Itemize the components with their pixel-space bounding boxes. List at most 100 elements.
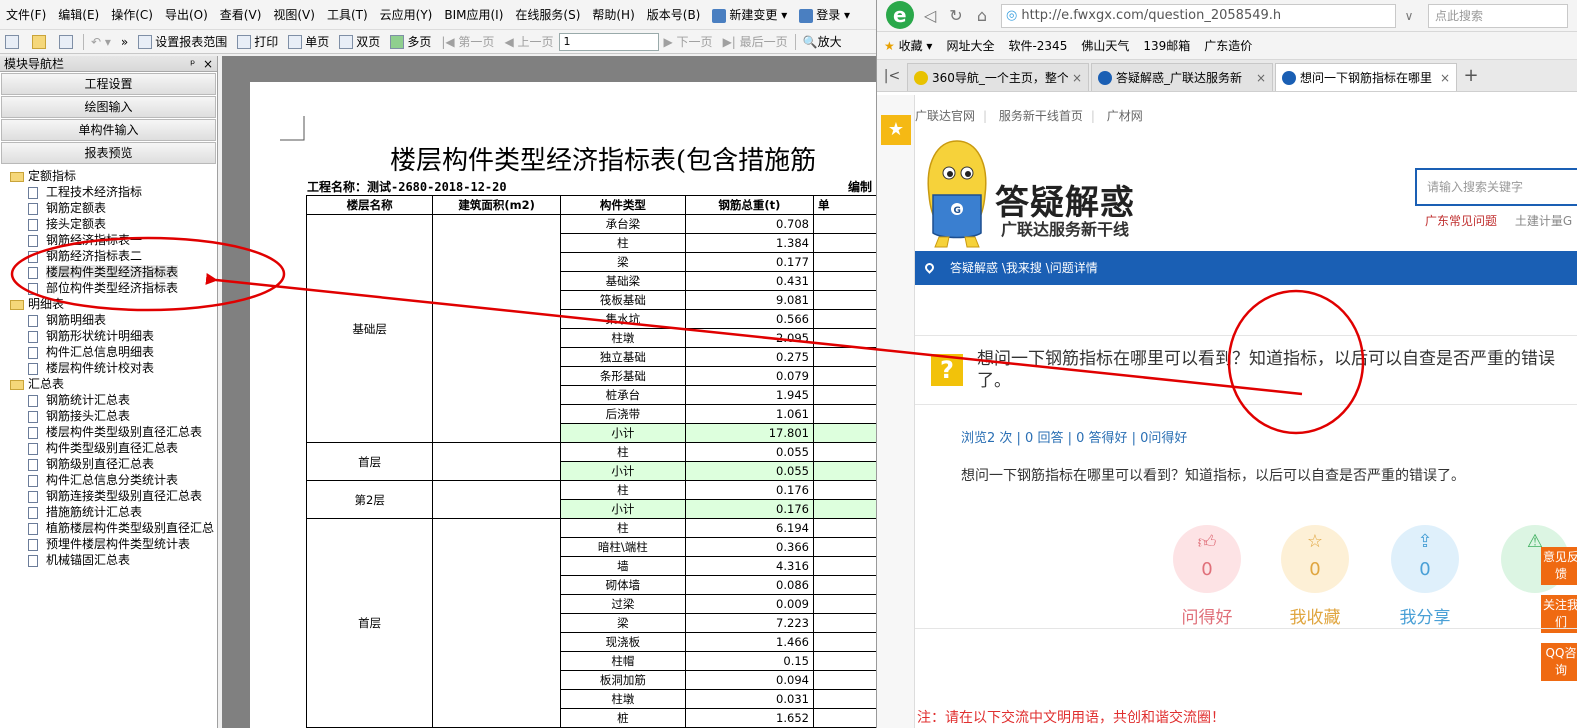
print-button[interactable]: 打印 [232,33,283,50]
tree-item[interactable]: 钢筋形状统计明细表 [0,328,217,344]
fav-mail[interactable]: 139邮箱 [1136,37,1197,54]
component-type-cell: 柱帽 [559,651,686,671]
qq-consult-button[interactable]: QQ咨询 [1541,643,1577,681]
tree-folder[interactable]: 明细表 [0,296,217,312]
tab-close-icon[interactable]: × [1256,71,1266,85]
tree-item[interactable]: 钢筋明细表 [0,312,217,328]
link-gd-faq[interactable]: 广东常见问题 [1425,214,1497,228]
save-button[interactable] [54,34,81,49]
refresh-icon[interactable]: ↻ [943,6,969,25]
next-page-button[interactable]: ▶ 下一页 [659,33,718,50]
tree-item[interactable]: 植筋楼层构件类型级别直径汇总 [0,520,217,536]
nav-panel-title: 模块导航栏 [4,57,65,71]
tree-item[interactable]: 钢筋统计汇总表 [0,392,217,408]
nav-drawing-input-button[interactable]: 绘图输入 [1,96,216,118]
tree-item[interactable]: 钢筋级别直径汇总表 [0,456,217,472]
menu-new-change[interactable]: 新建变更 ▾ [706,6,793,23]
tree-item[interactable]: 钢筋接头汇总表 [0,408,217,424]
last-page-label: 最后一页 [739,35,788,49]
zoom-in-button[interactable]: 🔍 放大 [798,33,847,50]
fav-software[interactable]: 软件-2345 [1001,37,1074,54]
tree-folder[interactable]: 汇总表 [0,376,217,392]
favorites-star-icon[interactable]: ★ [881,115,911,145]
menu-view[interactable]: 查看(V) [214,6,268,23]
new-tab-icon[interactable]: + [1459,65,1483,86]
fav-weather[interactable]: 佛山天气 [1074,37,1136,54]
tab-scroll-left-icon[interactable]: |< [877,68,907,84]
tree-item[interactable]: 楼层构件类型经济指标表 [0,264,217,280]
tree-folder[interactable]: 定额指标 [0,168,217,184]
last-page-button[interactable]: ▶| 最后一页 [718,33,793,50]
new-file-button[interactable] [0,34,27,49]
link-service-home[interactable]: 服务新干线首页 [999,109,1083,123]
first-page-button[interactable]: |◀ 第一页 [436,33,499,50]
breadcrumb-text[interactable]: 答疑解惑 \我来搜 \问题详情 [950,261,1098,275]
tree-item[interactable]: 楼层构件类型级别直径汇总表 [0,424,217,440]
tree-item[interactable]: 钢筋经济指标表一 [0,232,217,248]
tree-item[interactable]: 钢筋连接类型级别直径汇总表 [0,488,217,504]
site-search-input[interactable]: 请输入搜索关键字 [1415,168,1577,206]
tree-item[interactable]: 钢筋定额表 [0,200,217,216]
open-file-button[interactable] [27,34,54,49]
pin-icon[interactable]: ᵖ [190,57,195,71]
menu-view2[interactable]: 视图(V) [267,6,321,23]
back-arrow-icon[interactable]: ◁ [917,6,943,25]
menu-cloud[interactable]: 云应用(Y) [374,6,439,23]
tree-item[interactable]: 预埋件楼层构件类型统计表 [0,536,217,552]
share-button[interactable]: ⇪ 0 我分享 [1391,525,1459,628]
fav-collect[interactable]: ★ 收藏 ▾ [877,37,939,54]
link-civil-calc[interactable]: 土建计量G [1515,214,1572,228]
close-icon[interactable]: × [203,57,213,71]
favorite-button[interactable]: ☆ 0 我收藏 [1281,525,1349,628]
breadcrumb: 答疑解惑 \我来搜 \问题详情 [915,251,1577,285]
nav-project-settings-button[interactable]: 工程设置 [1,73,216,95]
menu-version[interactable]: 版本号(B) [641,6,707,23]
single-page-button[interactable]: 单页 [283,33,334,50]
multi-page-button[interactable]: 多页 [385,33,436,50]
tree-item[interactable]: 工程技术经济指标 [0,184,217,200]
tab-qa[interactable]: 答疑解惑_广联达服务新 × [1091,63,1273,91]
tree-item[interactable]: 构件汇总信息分类统计表 [0,472,217,488]
menu-bim[interactable]: BIM应用(I) [438,6,509,23]
tree-item[interactable]: 钢筋经济指标表二 [0,248,217,264]
document-icon [28,186,38,199]
toolbar-overflow-button[interactable]: » [116,35,133,49]
tree-item[interactable]: 楼层构件统计校对表 [0,360,217,376]
link-glodon-official[interactable]: 广联达官网 [915,109,975,123]
tree-item[interactable]: 构件汇总信息明细表 [0,344,217,360]
dropdown-chevron-icon[interactable]: ∨ [1396,9,1422,23]
menu-help[interactable]: 帮助(H) [586,6,640,23]
tab-question-active[interactable]: 想问一下钢筋指标在哪里 × [1275,63,1457,91]
url-input[interactable]: ◎ http://e.fwxgx.com/question_2058549.h [1001,3,1396,28]
home-icon[interactable]: ⌂ [969,6,995,25]
feedback-button[interactable]: 意见反馈 [1541,547,1577,585]
menu-login[interactable]: 登录 ▾ [793,6,856,23]
tree-item[interactable]: 机械锚固汇总表 [0,552,217,568]
menu-online[interactable]: 在线服务(S) [509,6,586,23]
link-material-net[interactable]: 广材网 [1107,109,1143,123]
set-report-range-button[interactable]: 设置报表范围 [133,33,232,50]
fav-url-nav[interactable]: 网址大全 [939,37,1001,54]
browser-search-input[interactable]: 点此搜索 [1428,3,1568,28]
menu-edit[interactable]: 编辑(E) [52,6,105,23]
tab-close-icon[interactable]: × [1072,71,1082,85]
nav-report-preview-button[interactable]: 报表预览 [1,142,216,164]
menu-tools[interactable]: 工具(T) [321,6,374,23]
tree-item[interactable]: 措施筋统计汇总表 [0,504,217,520]
undo-button[interactable]: ↶ ▾ [86,35,116,49]
menu-export[interactable]: 导出(O) [159,6,214,23]
double-page-button[interactable]: 双页 [334,33,385,50]
tree-item[interactable]: 构件类型级别直径汇总表 [0,440,217,456]
tree-item[interactable]: 接头定额表 [0,216,217,232]
nav-single-component-button[interactable]: 单构件输入 [1,119,216,141]
fav-gd-cost[interactable]: 广东造价 [1197,37,1259,54]
report-preview-area[interactable]: 楼层构件类型经济指标表(包含措施筋 工程名称：测试-2680-2018-12-2… [222,56,891,728]
prev-page-button[interactable]: ◀ 上一页 [499,33,558,50]
menu-file[interactable]: 文件(F) [0,6,52,23]
like-question-button[interactable]: 👍︎ 0 问得好 [1173,525,1241,628]
tab-close-icon[interactable]: × [1440,71,1450,85]
page-number-input[interactable]: 1 [558,32,659,51]
tab-360-nav[interactable]: 360导航_一个主页，整个 × [907,63,1089,91]
tree-item[interactable]: 部位构件类型经济指标表 [0,280,217,296]
menu-operate[interactable]: 操作(C) [105,6,159,23]
